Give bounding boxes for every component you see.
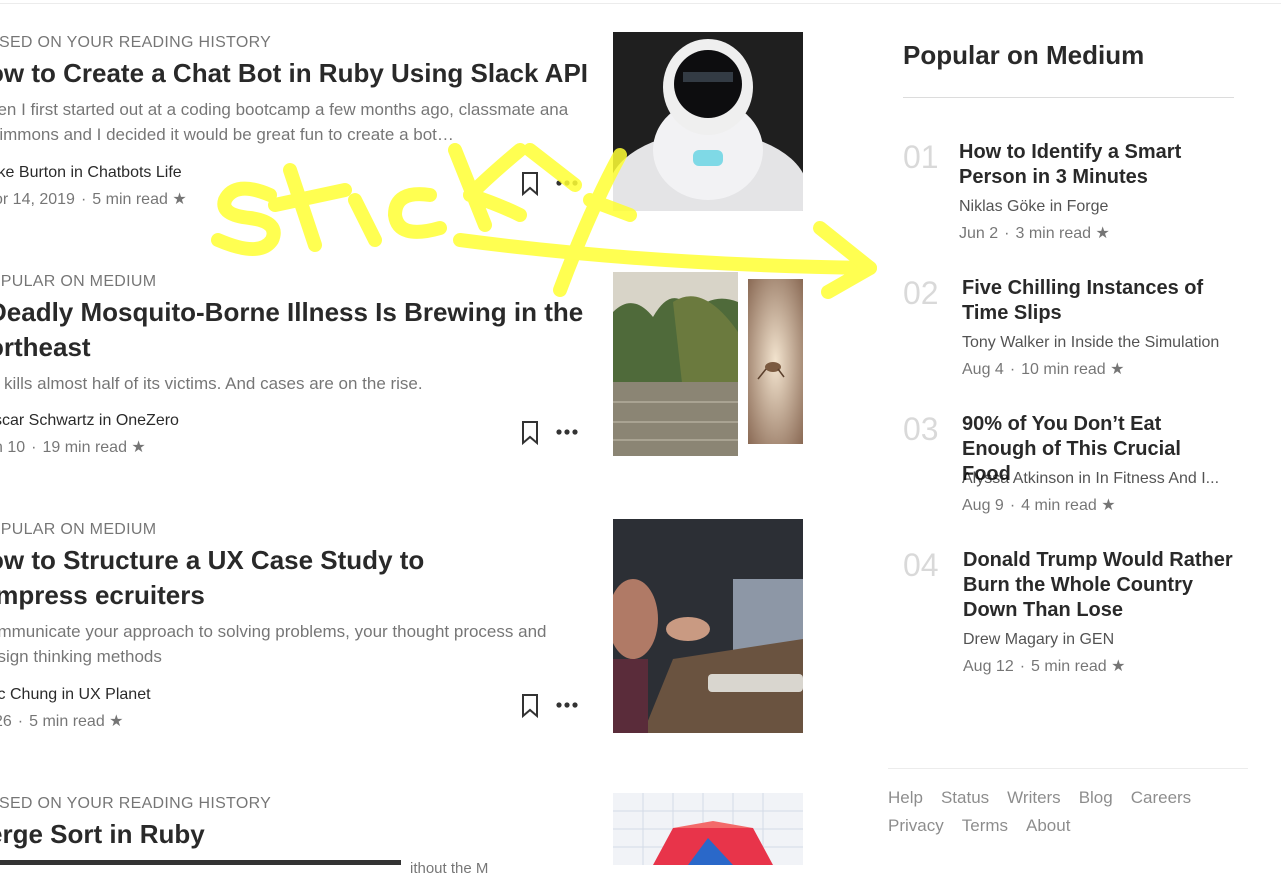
sidebar-divider: [903, 97, 1234, 98]
popular-meta: Aug 9 · 4 min read ★: [962, 497, 1116, 514]
popular-author[interactable]: Niklas Göke in Forge: [959, 198, 1108, 216]
robot-thumbnail[interactable]: [613, 32, 803, 211]
footer-link-about[interactable]: About: [1026, 812, 1070, 840]
popular-meta: Aug 4 · 10 min read ★: [962, 361, 1125, 378]
popular-rank: 03: [903, 411, 939, 447]
more-icon[interactable]: [555, 428, 579, 436]
feed-meta: n 10·19 min read ★: [0, 437, 146, 457]
feed-date: n 10: [0, 439, 26, 456]
popular-readtime: 4 min read: [1021, 497, 1097, 514]
star-icon: ★: [109, 713, 124, 730]
toast-bar: [0, 860, 401, 865]
popular-meta: Aug 12 · 5 min read ★: [963, 658, 1126, 675]
popular-readtime: 5 min read: [1031, 658, 1107, 675]
feed-readtime: 5 min read: [29, 713, 105, 730]
feed-meta: or 14, 2019 · 5 min read ★: [0, 189, 187, 209]
more-icon[interactable]: [555, 701, 579, 709]
popular-title[interactable]: Five Chilling Instances of Time Slips: [962, 276, 1232, 326]
feed-item[interactable]: ASED ON YOUR READING HISTORY erge Sort i…: [0, 795, 588, 852]
sidebar-title: Popular on Medium: [903, 40, 1145, 70]
mosquito-thumbnail[interactable]: [748, 279, 803, 444]
bookmark-icon[interactable]: [519, 171, 541, 197]
feed-snippet[interactable]: ithout the M: [410, 856, 488, 881]
more-icon[interactable]: [555, 179, 579, 187]
meeting-thumbnail[interactable]: [613, 519, 803, 733]
popular-readtime: 10 min read: [1021, 361, 1106, 378]
star-icon: ★: [1101, 497, 1116, 514]
star-icon: ★: [172, 191, 187, 208]
feed-kicker: ASED ON YOUR READING HISTORY: [0, 34, 272, 51]
popular-date: Aug 4: [962, 361, 1004, 378]
feed-date: or 14, 2019: [0, 191, 75, 208]
popular-date: Jun 2: [959, 225, 999, 242]
feed-title[interactable]: Deadly Mosquito-Borne Illness Is Brewing…: [0, 295, 588, 365]
popular-date: Aug 9: [962, 497, 1004, 514]
footer-link-careers[interactable]: Careers: [1131, 784, 1191, 812]
feed-date: 26: [0, 713, 12, 730]
popular-author[interactable]: Tony Walker in Inside the Simulation: [962, 334, 1219, 352]
feed-kicker: ASED ON YOUR READING HISTORY: [0, 795, 272, 812]
popular-meta: Jun 2 · 3 min read ★: [959, 225, 1110, 242]
star-icon: ★: [1110, 361, 1125, 378]
feed-readtime: 19 min read: [42, 439, 127, 456]
feed-item[interactable]: OPULAR ON MEDIUM Deadly Mosquito-Borne I…: [0, 273, 588, 396]
bookmark-icon[interactable]: [519, 693, 541, 719]
popular-rank: 04: [903, 547, 939, 583]
feed-readtime: 5 min read: [92, 191, 168, 208]
feed-snippet[interactable]: E kills almost half of its victims. And …: [0, 371, 588, 396]
feed-meta: 26·5 min read ★: [0, 711, 124, 731]
popular-date: Aug 12: [963, 658, 1014, 675]
feed-kicker: OPULAR ON MEDIUM: [0, 273, 157, 290]
feed-title[interactable]: ow to Create a Chat Bot in Ruby Using Sl…: [0, 56, 588, 91]
feed-kicker: OPULAR ON MEDIUM: [0, 521, 157, 538]
popular-readtime: 3 min read: [1015, 225, 1092, 242]
feed-title[interactable]: ow to Structure a UX Case Study to Impre…: [0, 543, 528, 613]
feed-snippet[interactable]: hen I first started out at a coding boot…: [0, 97, 578, 147]
footer-link-privacy[interactable]: Privacy: [888, 812, 944, 840]
feed-title[interactable]: erge Sort in Ruby: [0, 817, 588, 852]
popular-rank: 02: [903, 275, 939, 311]
footer-link-status[interactable]: Status: [941, 784, 989, 812]
merge-sort-thumbnail[interactable]: [613, 793, 803, 865]
footer-link-writers[interactable]: Writers: [1007, 784, 1061, 812]
popular-author[interactable]: Drew Magary in GEN: [963, 631, 1114, 649]
feed-item[interactable]: OPULAR ON MEDIUM ow to Structure a UX Ca…: [0, 521, 588, 669]
popular-author[interactable]: Alyssa Atkinson in In Fitness And I...: [962, 470, 1219, 488]
feed-item[interactable]: ASED ON YOUR READING HISTORY ow to Creat…: [0, 34, 588, 147]
footer-links: Help Status Writers Blog Careers Privacy Term…: [888, 784, 1248, 840]
star-icon: ★: [131, 439, 146, 456]
popular-title[interactable]: Donald Trump Would Rather Burn the Whole…: [963, 548, 1233, 623]
bookmark-icon[interactable]: [519, 420, 541, 446]
footer-link-terms[interactable]: Terms: [962, 812, 1008, 840]
star-icon: ★: [1111, 658, 1126, 675]
footer-divider: [888, 768, 1248, 769]
footer-link-help[interactable]: Help: [888, 784, 923, 812]
star-icon: ★: [1095, 225, 1110, 242]
swamp-thumbnail[interactable]: [613, 272, 738, 456]
feed-snippet[interactable]: ommunicate your approach to solving prob…: [0, 619, 583, 669]
footer-link-blog[interactable]: Blog: [1079, 784, 1113, 812]
popular-title[interactable]: How to Identify a Smart Person in 3 Minu…: [959, 140, 1229, 190]
popular-rank: 01: [903, 139, 939, 175]
feed-author[interactable]: scar Schwartz in OneZero: [0, 412, 179, 430]
feed-author[interactable]: ic Chung in UX Planet: [0, 686, 151, 704]
top-divider: [0, 3, 1281, 4]
feed-author[interactable]: ike Burton in Chatbots Life: [0, 164, 182, 182]
